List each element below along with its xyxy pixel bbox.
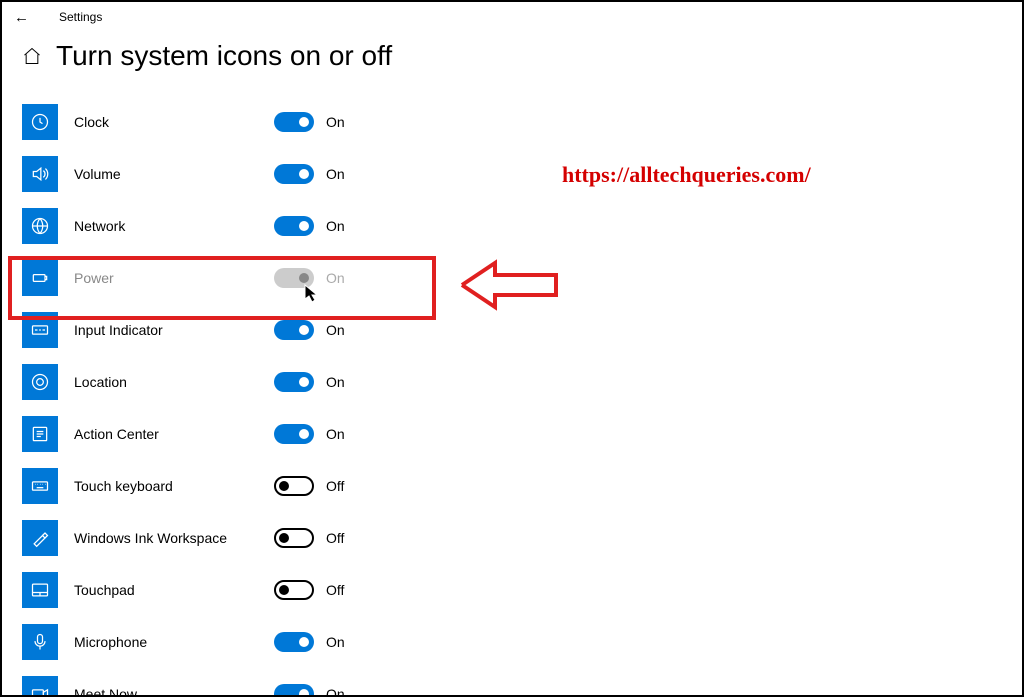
setting-row-touchkb: Touch keyboard Off [22,460,1002,512]
toggle-state-label: On [326,426,345,442]
power-icon [22,260,58,296]
toggle-network[interactable] [274,216,314,236]
setting-label: Touch keyboard [74,478,274,494]
home-icon[interactable] [22,46,42,66]
toggle-location[interactable] [274,372,314,392]
setting-row-meet: Meet Now On [22,668,1002,697]
setting-label: Action Center [74,426,274,442]
toggle-touchpad[interactable] [274,580,314,600]
titlebar: ← Settings [2,2,1022,32]
page-title: Turn system icons on or off [56,40,392,72]
setting-label: Power [74,270,274,286]
toggle-state-label: On [326,218,345,234]
setting-label: Input Indicator [74,322,274,338]
setting-row-volume: Volume On [22,148,1002,200]
touchkb-icon [22,468,58,504]
setting-row-network: Network On [22,200,1002,252]
network-icon [22,208,58,244]
setting-row-ink: Windows Ink Workspace Off [22,512,1002,564]
setting-label: Touchpad [74,582,274,598]
toggle-ink[interactable] [274,528,314,548]
toggle-state-label: Off [326,582,344,598]
toggle-state-label: On [326,686,345,697]
setting-row-clock: Clock On [22,96,1002,148]
toggle-state-label: On [326,114,345,130]
volume-icon [22,156,58,192]
setting-row-action: Action Center On [22,408,1002,460]
setting-row-location: Location On [22,356,1002,408]
page-header: Turn system icons on or off [22,40,1002,72]
mic-icon [22,624,58,660]
setting-label: Clock [74,114,274,130]
setting-label: Volume [74,166,274,182]
location-icon [22,364,58,400]
toggle-clock[interactable] [274,112,314,132]
toggle-input[interactable] [274,320,314,340]
touchpad-icon [22,572,58,608]
toggle-action[interactable] [274,424,314,444]
meet-icon [22,676,58,697]
toggle-volume[interactable] [274,164,314,184]
toggle-state-label: On [326,270,345,286]
toggle-meet[interactable] [274,684,314,697]
toggle-state-label: Off [326,530,344,546]
toggle-state-label: On [326,322,345,338]
toggle-touchkb[interactable] [274,476,314,496]
back-button[interactable]: ← [14,10,29,25]
toggle-power [274,268,314,288]
settings-list: ClockOnVolumeOnNetworkOnPowerOnInput Ind… [22,96,1002,697]
setting-label: Network [74,218,274,234]
setting-row-touchpad: Touchpad Off [22,564,1002,616]
url-annotation: https://alltechqueries.com/ [562,162,811,188]
toggle-mic[interactable] [274,632,314,652]
setting-label: Location [74,374,274,390]
action-icon [22,416,58,452]
setting-row-mic: Microphone On [22,616,1002,668]
setting-label: Microphone [74,634,274,650]
toggle-state-label: On [326,374,345,390]
toggle-state-label: On [326,634,345,650]
settings-window: ← Settings Turn system icons on or off C… [0,0,1024,697]
setting-label: Meet Now [74,686,274,697]
toggle-state-label: Off [326,478,344,494]
setting-row-power: Power On [22,252,1002,304]
app-name-label: Settings [59,10,102,24]
input-icon [22,312,58,348]
ink-icon [22,520,58,556]
clock-icon [22,104,58,140]
setting-label: Windows Ink Workspace [74,530,274,546]
setting-row-input: Input Indicator On [22,304,1002,356]
toggle-state-label: On [326,166,345,182]
content-area: Turn system icons on or off ClockOnVolum… [2,32,1022,697]
